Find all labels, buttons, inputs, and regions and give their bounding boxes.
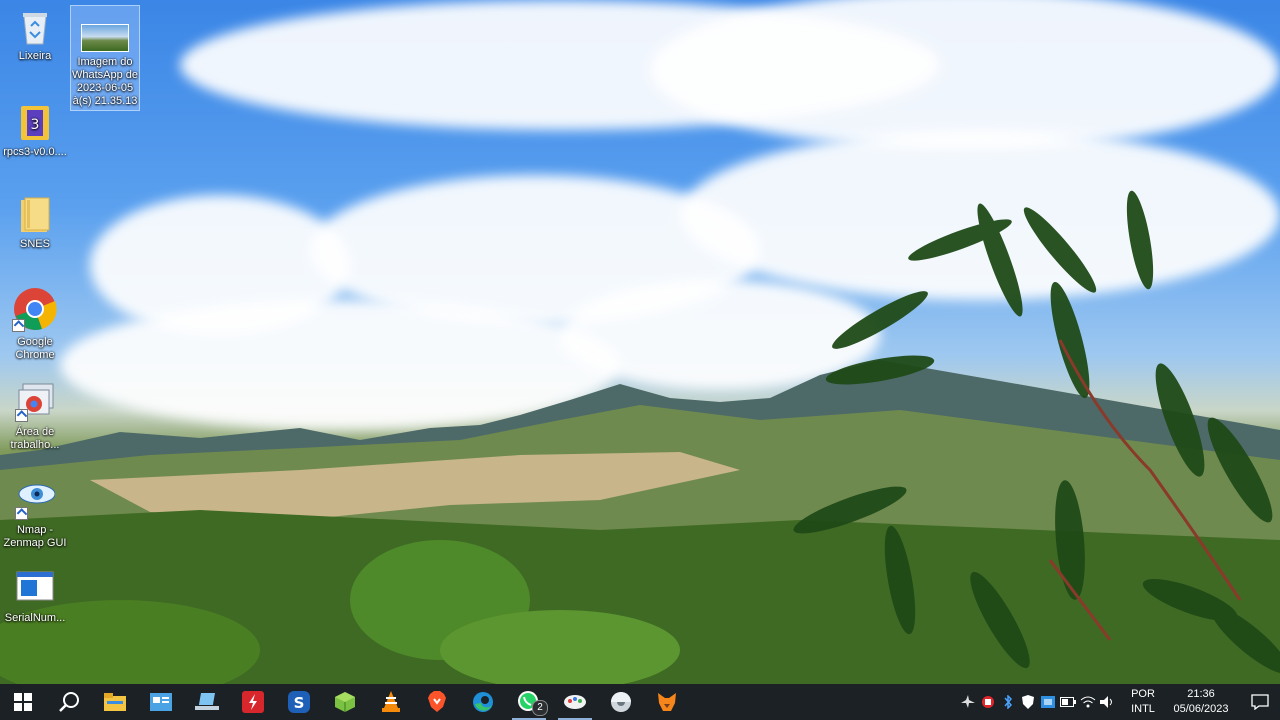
taskbar-flash[interactable]: [230, 684, 276, 720]
tray-battery-icon[interactable]: [1058, 684, 1078, 720]
tray-shield-icon[interactable]: [1018, 684, 1038, 720]
image-file-icon: [81, 24, 129, 52]
windows-logo-icon: [14, 693, 32, 711]
taskbar-whatsapp[interactable]: 2: [506, 684, 552, 720]
s-app-icon: S: [288, 691, 310, 713]
taskbar-vlc[interactable]: [368, 684, 414, 720]
svg-text:S: S: [294, 694, 305, 712]
shortcut-arrow-icon: [15, 507, 28, 520]
desktop-icon-recycle-bin[interactable]: Lixeira: [0, 6, 70, 63]
edge-icon: [473, 692, 493, 712]
tray-volume-icon[interactable]: [1098, 684, 1118, 720]
desktop-icon-google-chrome[interactable]: Google Chrome: [0, 286, 70, 362]
tray-red-app-icon[interactable]: [978, 684, 998, 720]
clock-time: 21:36: [1187, 688, 1215, 700]
desktop-icon-label: Lixeira: [18, 50, 52, 62]
recycle-bin-icon: [15, 6, 55, 46]
laptop-icon: [195, 693, 219, 710]
nmap-eye-icon: [15, 480, 56, 520]
file-explorer-icon: [104, 693, 126, 711]
metamask-fox-icon: [658, 693, 676, 711]
desktop-icon-label: SNES: [20, 238, 50, 250]
taskbar-brave[interactable]: [414, 684, 460, 720]
desktop-icon-label: Imagem do WhatsApp de 2023-06-05 à(s) 21…: [71, 56, 139, 107]
tray-network-app-icon[interactable]: [1038, 684, 1058, 720]
clock-date: 05/06/2023: [1173, 703, 1229, 715]
desktop-icon-remote-desktop[interactable]: Área de trabalho...: [0, 382, 70, 452]
taskbar-cube-app[interactable]: [322, 684, 368, 720]
taskbar-laptop[interactable]: [184, 684, 230, 720]
control-panel-icon: [150, 693, 172, 711]
desktop-icon-label: Nmap - Zenmap GUI: [3, 524, 67, 549]
desktop-wallpaper: Lixeira Imagem do WhatsApp de 2023-06-05…: [0, 0, 1280, 684]
shortcut-arrow-icon: [15, 409, 28, 422]
keyboard-layout: INTL: [1131, 703, 1155, 715]
desktop-icon-nmap[interactable]: Nmap - Zenmap GUI: [0, 480, 70, 550]
desktop-icon-serialnum[interactable]: SerialNum...: [0, 568, 70, 625]
tray-airplane-icon[interactable]: [958, 684, 978, 720]
clock[interactable]: 21:36 05/06/2023: [1162, 687, 1240, 717]
chrome-icon: [12, 286, 58, 332]
app-window-icon: [15, 568, 55, 608]
desktop-icon-label: rpcs3-v0.0....: [3, 146, 67, 158]
vlc-icon: [382, 691, 400, 712]
desktop-icon-label: Área de trabalho...: [10, 426, 60, 451]
desktop-icon-label: SerialNum...: [4, 612, 66, 624]
flash-icon: [242, 691, 264, 713]
desktop-icon-whatsapp-image[interactable]: Imagem do WhatsApp de 2023-06-05 à(s) 21…: [70, 5, 140, 111]
taskbar: S 2 POR INTL 21:36 05/06/2023: [0, 684, 1280, 720]
desktop-icon-label: Google Chrome: [15, 336, 55, 361]
search-button[interactable]: [46, 684, 92, 720]
svg-text:3: 3: [31, 117, 40, 133]
taskbar-file-explorer[interactable]: [92, 684, 138, 720]
system-tray: POR INTL 21:36 05/06/2023: [958, 684, 1280, 720]
cube-icon: [335, 692, 355, 712]
whatsapp-badge: 2: [532, 700, 548, 716]
taskbar-paint-app[interactable]: [552, 684, 598, 720]
taskbar-edge[interactable]: [460, 684, 506, 720]
taskbar-s-app[interactable]: S: [276, 684, 322, 720]
taskbar-control-panel[interactable]: [138, 684, 184, 720]
paint-icon: [564, 695, 586, 709]
shortcut-arrow-icon: [12, 319, 25, 332]
search-icon: [59, 692, 79, 712]
taskbar-metamask[interactable]: [644, 684, 690, 720]
desktop-icon-snes[interactable]: SNES: [0, 194, 70, 251]
folder-icon: [15, 194, 55, 234]
language-indicator[interactable]: POR INTL: [1124, 687, 1162, 717]
tray-wifi-icon[interactable]: [1078, 684, 1098, 720]
start-button[interactable]: [0, 684, 46, 720]
notification-center-button[interactable]: [1240, 684, 1280, 720]
taskbar-disc-app[interactable]: [598, 684, 644, 720]
remote-desktop-icon: [15, 382, 55, 422]
disc-icon: [611, 692, 631, 712]
brave-icon: [428, 691, 446, 712]
notification-icon: [1251, 694, 1269, 710]
language-code: POR: [1131, 688, 1155, 700]
tray-bluetooth-icon[interactable]: [998, 684, 1018, 720]
desktop-icon-rpcs3[interactable]: 3 rpcs3-v0.0....: [0, 102, 70, 159]
archive-icon: 3: [15, 102, 55, 142]
